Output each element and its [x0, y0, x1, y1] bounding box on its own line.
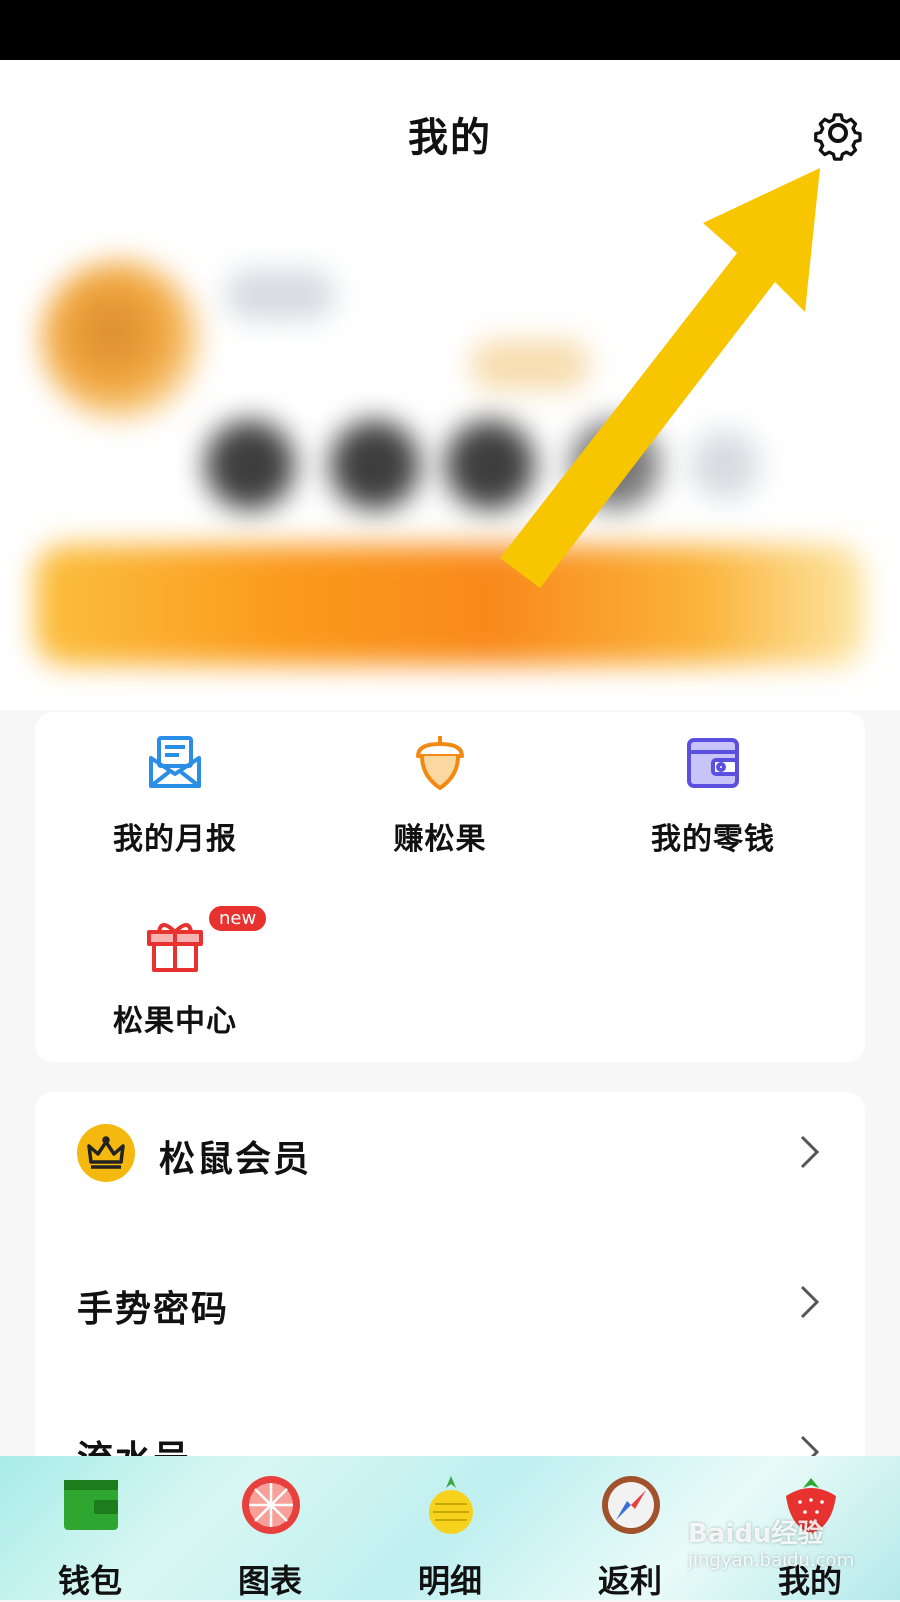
stat-blurred: [570, 420, 660, 510]
status-bar: [0, 0, 900, 60]
quick-action-label: 我的零钱: [651, 822, 775, 857]
watermark-url: jingyan.baidu.com: [688, 1550, 855, 1571]
settings-list: 松鼠会员 手势密码 流水号: [35, 1092, 865, 1472]
stat-blurred: [330, 420, 420, 510]
stat-blurred: [445, 420, 535, 510]
quick-action-monthly-report[interactable]: 我的月报: [75, 732, 275, 858]
watermark: Baidu经验 jingyan.baidu.com: [688, 1513, 854, 1571]
settings-row-vip[interactable]: 松鼠会员: [35, 1092, 865, 1212]
tab-wallet[interactable]: 钱包: [0, 1456, 180, 1600]
acorn-icon: [410, 732, 470, 792]
quick-action-my-change[interactable]: 我的零钱: [613, 732, 813, 858]
profile-section: [0, 190, 900, 710]
pie-chart-icon: [242, 1476, 300, 1534]
settings-row-label: 手势密码: [77, 1289, 230, 1330]
watermark-brand: Baidu经验: [688, 1519, 824, 1549]
header: 我的: [0, 60, 900, 190]
avatar[interactable]: [40, 260, 200, 420]
vip-banner-blurred[interactable]: [35, 545, 865, 665]
tab-details[interactable]: 明细: [360, 1456, 540, 1600]
pineapple-icon: [429, 1476, 473, 1534]
quick-action-earn-acorns[interactable]: 赚松果: [340, 732, 540, 858]
quick-action-acorn-center[interactable]: new 松果中心: [75, 904, 275, 1040]
stat-blurred: [205, 420, 295, 510]
gear-icon: [814, 113, 862, 161]
quick-action-label: 我的月报: [113, 822, 237, 857]
new-badge: new: [207, 904, 269, 933]
quick-action-label: 赚松果: [393, 822, 487, 857]
settings-button[interactable]: [810, 105, 866, 161]
chevron-right-icon: [800, 1135, 820, 1169]
mail-report-icon: [145, 732, 205, 792]
crown-icon: [77, 1124, 135, 1182]
quick-action-label: 松果中心: [113, 1004, 237, 1039]
tab-label: 图表: [237, 1562, 302, 1600]
tab-label: 钱包: [57, 1562, 122, 1600]
stat-blurred: [690, 430, 760, 500]
username-blurred: [225, 270, 335, 320]
quick-actions-card: 我的月报 赚松果 我的零钱 new 松果中心: [35, 712, 865, 1062]
chevron-right-icon: [800, 1285, 820, 1319]
level-badge-blurred: [470, 340, 590, 390]
compass-icon: [602, 1476, 660, 1534]
wallet-tab-icon: [64, 1480, 118, 1530]
tab-charts[interactable]: 图表: [180, 1456, 360, 1600]
gift-icon: new: [145, 904, 269, 974]
settings-row-gesture-password[interactable]: 手势密码: [35, 1242, 865, 1362]
page-title: 我的: [408, 115, 492, 161]
settings-row-label: 松鼠会员: [159, 1139, 312, 1180]
wallet-icon: [683, 732, 743, 792]
tab-label: 明细: [417, 1562, 482, 1600]
